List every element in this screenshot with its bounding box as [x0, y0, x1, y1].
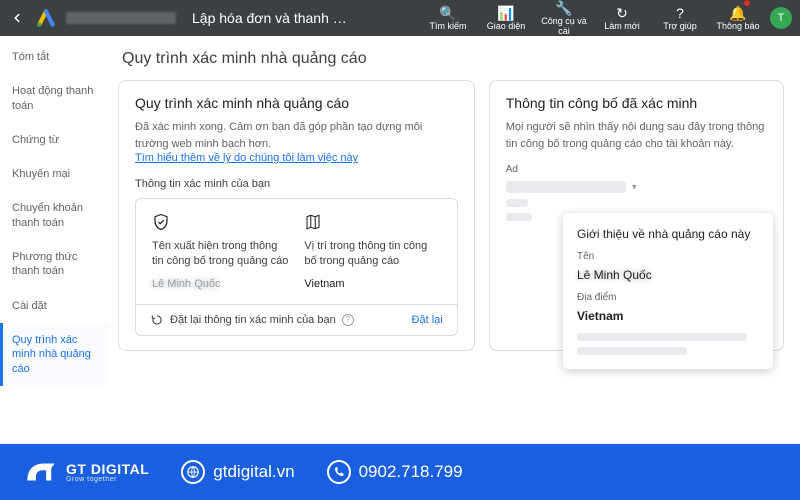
popover-name-value: Lê Minh Quốc — [577, 268, 759, 282]
verification-body: Đã xác minh xong. Cảm ơn bạn đã góp phần… — [135, 119, 458, 152]
reports-nav[interactable]: 📊 Giao diện — [480, 0, 532, 36]
your-info-label: Thông tin xác minh của bạn — [135, 178, 458, 190]
popover-loc-label: Địa điểm — [577, 292, 759, 303]
tools-nav[interactable]: 🔧 Công cụ và cài — [538, 0, 590, 36]
verified-name-col: Tên xuất hiện trong thông tin công bố tr… — [152, 213, 288, 290]
ad-label: Ad — [506, 164, 767, 175]
ad-skeleton-line — [506, 199, 528, 207]
back-button[interactable] — [8, 11, 26, 25]
reset-label: Đặt lại thông tin xác minh của bạn — [170, 314, 336, 326]
help-nav[interactable]: ? Trợ giúp — [654, 0, 706, 36]
disclosure-card: Thông tin công bố đã xác minh Mọi người … — [489, 80, 784, 351]
brand-tagline: Grow together — [66, 476, 149, 483]
billing-sidebar: Tóm tắt Hoạt động thanh toán Chứng từ Kh… — [0, 36, 108, 444]
phone-text: 0902.718.799 — [359, 462, 463, 482]
sidebar-item-promotions[interactable]: Khuyến mại — [0, 157, 108, 191]
refresh-icon: ↻ — [616, 5, 628, 21]
refresh-nav[interactable]: ↻ Làm mới — [596, 0, 648, 36]
verified-name-value: Lê Minh Quốc — [152, 278, 288, 290]
reports-icon: 📊 — [497, 5, 514, 21]
section-title: Lập hóa đơn và thanh … — [192, 10, 347, 26]
phone-icon — [327, 460, 351, 484]
verification-card: Quy trình xác minh nhà quảng cáo Đã xác … — [118, 80, 475, 351]
sidebar-item-settings[interactable]: Cài đặt — [0, 289, 108, 323]
sidebar-item-activity[interactable]: Hoạt động thanh toán — [0, 74, 108, 123]
verified-location-col: Vị trí trong thông tin công bố trong quả… — [304, 213, 440, 290]
tools-icon: 🔧 — [555, 0, 572, 16]
website-block: gtdigital.vn — [181, 460, 294, 484]
main-content: Quy trình xác minh nhà quảng cáo Quy trì… — [108, 36, 800, 444]
verified-name-label: Tên xuất hiện trong thông tin công bố tr… — [152, 239, 288, 270]
search-icon: 🔍 — [439, 5, 456, 21]
learn-more-link[interactable]: Tìm hiểu thêm về lý do chúng tôi làm việ… — [135, 152, 458, 164]
ad-skeleton-headline — [506, 181, 626, 193]
advertiser-info-popover: Giới thiệu về nhà quảng cáo này Tên Lê M… — [563, 213, 773, 369]
ad-skeleton-line — [506, 213, 532, 221]
popover-skeleton — [577, 347, 687, 355]
verified-location-value: Vietnam — [304, 278, 440, 290]
brand-name: GT DIGITAL — [66, 462, 149, 476]
disclosure-heading: Thông tin công bố đã xác minh — [506, 95, 767, 111]
disclosure-body: Mọi người sẽ nhìn thấy nội dung sau đây … — [506, 119, 767, 152]
help-icon: ? — [676, 5, 684, 21]
website-text: gtdigital.vn — [213, 462, 294, 482]
reset-row: Đặt lại thông tin xác minh của bạn ? Đặt… — [136, 304, 457, 335]
phone-block: 0902.718.799 — [327, 460, 463, 484]
brand-block: GT DIGITAL Grow together — [24, 457, 149, 487]
page-title: Quy trình xác minh nhà quảng cáo — [122, 50, 784, 68]
popover-heading: Giới thiệu về nhà quảng cáo này — [577, 227, 759, 241]
top-bar: Lập hóa đơn và thanh … 🔍 Tìm kiếm 📊 Giao… — [0, 0, 800, 36]
gt-logo-icon — [24, 457, 58, 487]
sidebar-item-verification[interactable]: Quy trình xác minh nhà quảng cáo — [0, 323, 108, 386]
globe-icon — [181, 460, 205, 484]
verification-info-box: Tên xuất hiện trong thông tin công bố tr… — [135, 198, 458, 336]
sidebar-item-methods[interactable]: Phương thức thanh toán — [0, 240, 108, 289]
popover-name-label: Tên — [577, 251, 759, 262]
shield-icon — [152, 213, 288, 231]
verification-heading: Quy trình xác minh nhà quảng cáo — [135, 95, 458, 111]
sidebar-item-transfer[interactable]: Chuyển khoản thanh toán — [0, 191, 108, 240]
search-nav[interactable]: 🔍 Tìm kiếm — [422, 0, 474, 36]
map-icon — [304, 213, 440, 231]
top-nav-icons: 🔍 Tìm kiếm 📊 Giao diện 🔧 Công cụ và cài … — [422, 0, 764, 36]
sidebar-item-documents[interactable]: Chứng từ — [0, 123, 108, 157]
bell-icon: 🔔 — [729, 5, 746, 21]
popover-skeleton — [577, 333, 747, 341]
account-name-redacted — [66, 12, 176, 24]
notification-dot — [744, 0, 750, 6]
help-tooltip-icon[interactable]: ? — [342, 314, 354, 326]
sidebar-item-summary[interactable]: Tóm tắt — [0, 40, 108, 74]
reset-action-link[interactable]: Đặt lại — [412, 314, 443, 326]
verified-location-label: Vị trí trong thông tin công bố trong quả… — [304, 239, 440, 270]
notifications-nav[interactable]: 🔔 Thông báo — [712, 0, 764, 36]
popover-loc-value: Vietnam — [577, 309, 759, 323]
google-ads-logo — [36, 8, 56, 28]
reset-icon — [150, 313, 164, 327]
branding-footer: GT DIGITAL Grow together gtdigital.vn 09… — [0, 444, 800, 500]
user-avatar[interactable]: T — [770, 7, 792, 29]
chevron-down-icon: ▾ — [632, 182, 637, 193]
